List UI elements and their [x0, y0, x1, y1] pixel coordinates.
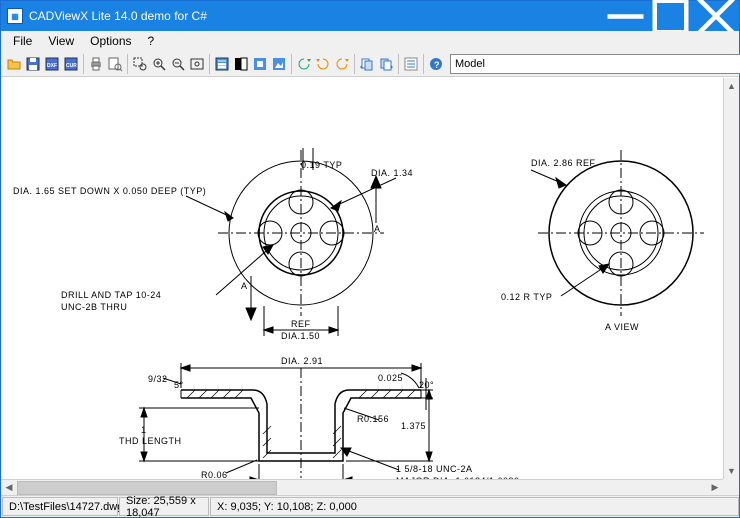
statusbar: D:\TestFiles\14727.dwg Size: 25,559 x 18… — [1, 495, 739, 517]
toolbar-save-icon[interactable] — [24, 55, 42, 73]
toolbar-save-dxf-icon[interactable]: DXF — [43, 55, 61, 73]
status-filepath: D:\TestFiles\14727.dwg — [2, 497, 118, 516]
dim-1.375: 1.375 — [401, 421, 426, 431]
svg-text:?: ? — [434, 60, 440, 70]
app-window: ▦ CADViewX Lite 14.0 demo for C# File Vi… — [0, 0, 740, 518]
titlebar: ▦ CADViewX Lite 14.0 demo for C# — [1, 1, 739, 31]
thread-spec-1: 1 5/8-18 UNC-2A — [396, 464, 473, 474]
dim-9-32: 9/32 — [148, 374, 168, 384]
window-title: CADViewX Lite 14.0 demo for C# — [29, 9, 603, 23]
label-a-view: A VIEW — [605, 322, 639, 332]
maximize-button[interactable] — [648, 1, 693, 31]
toolbar-lineweight-icon[interactable] — [213, 55, 231, 73]
dim-20deg: 20° — [419, 380, 434, 390]
dim-dia-2.91: DIA. 2.91 — [281, 356, 323, 366]
scroll-corner — [723, 479, 739, 495]
dim-5deg: 5° — [174, 380, 184, 390]
scroll-up-icon[interactable]: ▲ — [724, 78, 739, 94]
scroll-down-icon[interactable]: ▼ — [724, 463, 739, 479]
label-ref: REF — [291, 319, 311, 329]
scroll-thumb[interactable] — [17, 481, 277, 495]
menu-help[interactable]: ? — [140, 32, 163, 50]
toolbar-prev-layout-icon[interactable] — [358, 55, 376, 73]
dim-dia-2.86-ref: DIA. 2.86 REF — [531, 158, 596, 168]
toolbar-save-cur-icon[interactable]: CUR — [62, 55, 80, 73]
horizontal-scrollbar[interactable]: ◀ ▶ — [1, 479, 723, 495]
dim-thd-1: 1 — [141, 425, 147, 435]
svg-text:CUR: CUR — [66, 63, 77, 69]
status-size: Size: 25,559 x 18,047 — [119, 497, 209, 516]
toolbar-separator — [209, 54, 210, 74]
menubar: File View Options ? — [1, 31, 739, 51]
callout-set-down: DIA. 1.65 SET DOWN X 0.050 DEEP (TYP) — [13, 186, 206, 196]
dim-0.025: 0.025 — [378, 373, 403, 383]
app-icon: ▦ — [7, 8, 23, 24]
menu-options[interactable]: Options — [82, 32, 139, 50]
toolbar-rotate-left-icon[interactable] — [314, 55, 332, 73]
toolbar: DXF CUR ? Model ▾ — [1, 51, 739, 77]
menu-view[interactable]: View — [40, 32, 82, 50]
toolbar-zoom-window-icon[interactable] — [131, 55, 149, 73]
toolbar-redraw-icon[interactable] — [295, 55, 313, 73]
toolbar-zoom-out-icon[interactable] — [169, 55, 187, 73]
dim-dia-1.34: DIA. 1.34 — [371, 168, 413, 178]
toolbar-print-preview-icon[interactable] — [106, 55, 124, 73]
callout-drill-tap-1: DRILL AND TAP 10-24 — [61, 290, 161, 300]
toolbar-separator — [83, 54, 84, 74]
toolbar-separator — [291, 54, 292, 74]
dim-0.12-r-typ: 0.12 R TYP — [501, 292, 552, 302]
toolbar-print-icon[interactable] — [87, 55, 105, 73]
close-button[interactable] — [693, 1, 739, 31]
section-arrow-a-2: A — [241, 281, 248, 291]
toolbar-separator — [423, 54, 424, 74]
toolbar-open-icon[interactable] — [5, 55, 23, 73]
dim-dia-1.50: DIA.1.50 — [281, 331, 320, 341]
toolbar-separator — [127, 54, 128, 74]
toolbar-separator — [398, 54, 399, 74]
menu-file[interactable]: File — [5, 32, 40, 50]
scroll-left-icon[interactable]: ◀ — [1, 480, 17, 495]
dim-r0.156: R0.156 — [357, 414, 389, 424]
vertical-scrollbar[interactable]: ▲ ▼ — [723, 78, 739, 479]
svg-text:DXF: DXF — [47, 63, 57, 69]
cad-drawing — [1, 78, 725, 495]
toolbar-separator — [354, 54, 355, 74]
toolbar-blackwhite-icon[interactable] — [232, 55, 250, 73]
drawing-canvas[interactable]: 0.19 TYP DIA. 1.34 DIA. 1.65 SET DOWN X … — [1, 77, 739, 495]
layout-select[interactable]: Model ▾ — [450, 54, 740, 74]
toolbar-bg-image-icon[interactable] — [270, 55, 288, 73]
status-coordinates: X: 9,035; Y: 10,108; Z: 0,000 — [210, 497, 739, 516]
toolbar-about-icon[interactable]: ? — [427, 55, 445, 73]
scroll-track[interactable] — [17, 480, 707, 495]
label-thd-length: THD LENGTH — [119, 436, 182, 446]
minimize-button[interactable] — [603, 1, 648, 31]
section-arrow-a-1: A — [374, 224, 381, 234]
toolbar-zoom-fit-icon[interactable] — [188, 55, 206, 73]
scroll-right-icon[interactable]: ▶ — [707, 480, 723, 495]
toolbar-rotate-right-icon[interactable] — [333, 55, 351, 73]
layout-select-label: Model — [455, 58, 740, 70]
toolbar-properties-icon[interactable] — [402, 55, 420, 73]
toolbar-zoom-in-icon[interactable] — [150, 55, 168, 73]
toolbar-color-bg-icon[interactable] — [251, 55, 269, 73]
callout-drill-tap-2: UNC-2B THRU — [61, 302, 127, 312]
dim-0.19-typ: 0.19 TYP — [301, 160, 342, 170]
toolbar-next-layout-icon[interactable] — [377, 55, 395, 73]
